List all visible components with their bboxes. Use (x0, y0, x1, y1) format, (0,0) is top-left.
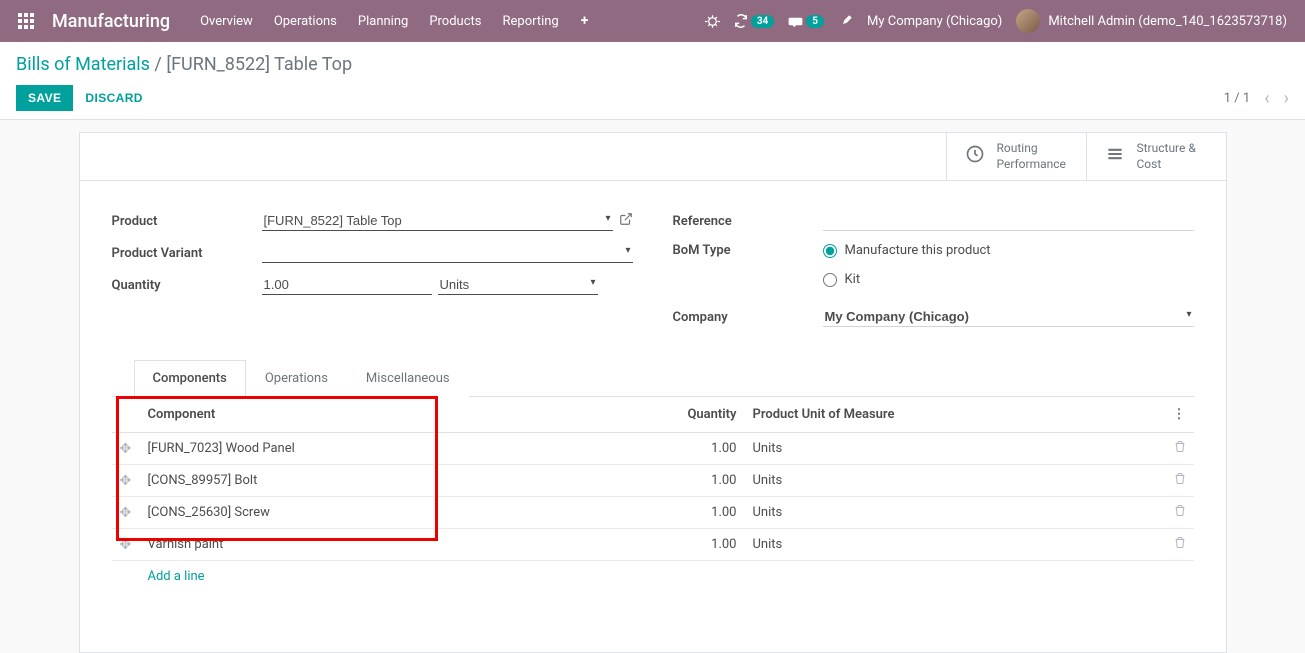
save-button[interactable]: SAVE (16, 85, 73, 111)
tools-icon[interactable] (838, 14, 853, 29)
list-icon (1105, 144, 1125, 169)
radio-kit[interactable]: Kit (823, 272, 861, 287)
pager-prev[interactable]: ‹ (1264, 88, 1269, 109)
avatar (1016, 9, 1040, 33)
component-qty[interactable]: 1.00 (655, 465, 745, 497)
table-row[interactable]: ✥ [CONS_89957] Bolt1.00Units (112, 465, 1194, 497)
discard-button[interactable]: DISCARD (85, 91, 142, 105)
external-link-icon[interactable] (619, 212, 633, 230)
table-row[interactable]: ✥ [CONS_25630] Screw1.00Units (112, 497, 1194, 529)
label-product: Product (112, 214, 262, 229)
company-input[interactable] (823, 307, 1194, 327)
trash-icon[interactable] (1174, 442, 1186, 457)
label-reference: Reference (673, 214, 823, 229)
pager-text: 1 / 1 (1224, 91, 1250, 106)
col-component: Component (140, 397, 655, 433)
variant-input[interactable] (262, 243, 633, 263)
refresh-badge: 34 (751, 15, 774, 28)
trash-icon[interactable] (1174, 474, 1186, 489)
label-variant: Product Variant (112, 246, 262, 261)
bug-icon[interactable] (705, 14, 720, 29)
messages-badge: 5 (806, 15, 824, 28)
top-menu: Overview Operations Planning Products Re… (192, 8, 567, 35)
trash-icon[interactable] (1174, 506, 1186, 521)
label-quantity: Quantity (112, 278, 262, 293)
plus-icon[interactable]: + (581, 13, 589, 29)
menu-overview[interactable]: Overview (192, 8, 261, 35)
trash-icon[interactable] (1174, 538, 1186, 553)
drag-handle-icon[interactable]: ✥ (120, 537, 132, 553)
component-name[interactable]: Varnish paint (140, 529, 655, 561)
component-qty[interactable]: 1.00 (655, 529, 745, 561)
drag-handle-icon[interactable]: ✥ (120, 441, 132, 457)
component-name[interactable]: [CONS_25630] Screw (140, 497, 655, 529)
component-qty[interactable]: 1.00 (655, 497, 745, 529)
user-name: Mitchell Admin (demo_140_1623573718) (1048, 14, 1287, 29)
drag-handle-icon[interactable]: ✥ (120, 473, 132, 489)
label-company: Company (673, 310, 823, 325)
messages-icon[interactable]: 5 (788, 14, 824, 29)
component-uom[interactable]: Units (745, 529, 1165, 561)
quantity-unit-input[interactable] (438, 275, 598, 295)
menu-products[interactable]: Products (421, 8, 489, 35)
drag-handle-icon[interactable]: ✥ (120, 505, 132, 521)
tab-operations[interactable]: Operations (246, 360, 347, 397)
statbox-routing[interactable]: Routing Performance (946, 133, 1086, 180)
add-line-button[interactable]: Add a line (112, 561, 1194, 592)
pager-next[interactable]: › (1284, 88, 1289, 109)
component-uom[interactable]: Units (745, 465, 1165, 497)
tab-miscellaneous[interactable]: Miscellaneous (347, 360, 469, 397)
component-uom[interactable]: Units (745, 433, 1165, 465)
clock-icon (965, 144, 985, 169)
component-qty[interactable]: 1.00 (655, 433, 745, 465)
breadcrumb-root[interactable]: Bills of Materials (16, 54, 150, 75)
radio-manufacture[interactable]: Manufacture this product (823, 243, 991, 258)
company-selector[interactable]: My Company (Chicago) (867, 14, 1002, 29)
breadcrumb: Bills of Materials / [FURN_8522] Table T… (16, 54, 1289, 75)
reference-input[interactable] (823, 211, 1194, 231)
columns-menu-icon[interactable]: ⋮ (1173, 407, 1186, 422)
menu-reporting[interactable]: Reporting (495, 8, 567, 35)
table-row[interactable]: ✥ [FURN_7023] Wood Panel1.00Units (112, 433, 1194, 465)
refresh-icon[interactable]: 34 (734, 14, 774, 28)
statbox-structure[interactable]: Structure & Cost (1086, 133, 1226, 180)
table-row[interactable]: ✥ Varnish paint1.00Units (112, 529, 1194, 561)
user-menu[interactable]: Mitchell Admin (demo_140_1623573718) (1016, 9, 1287, 33)
label-bomtype: BoM Type (673, 243, 823, 258)
product-input[interactable] (262, 211, 613, 231)
col-quantity: Quantity (655, 397, 745, 433)
col-uom: Product Unit of Measure (745, 397, 1165, 433)
component-name[interactable]: [FURN_7023] Wood Panel (140, 433, 655, 465)
apps-icon[interactable] (8, 13, 44, 29)
tab-components[interactable]: Components (134, 360, 246, 397)
quantity-input[interactable] (262, 275, 432, 295)
component-name[interactable]: [CONS_89957] Bolt (140, 465, 655, 497)
app-title: Manufacturing (44, 11, 192, 32)
menu-operations[interactable]: Operations (266, 8, 345, 35)
menu-planning[interactable]: Planning (350, 8, 416, 35)
component-uom[interactable]: Units (745, 497, 1165, 529)
breadcrumb-current: [FURN_8522] Table Top (166, 54, 352, 75)
